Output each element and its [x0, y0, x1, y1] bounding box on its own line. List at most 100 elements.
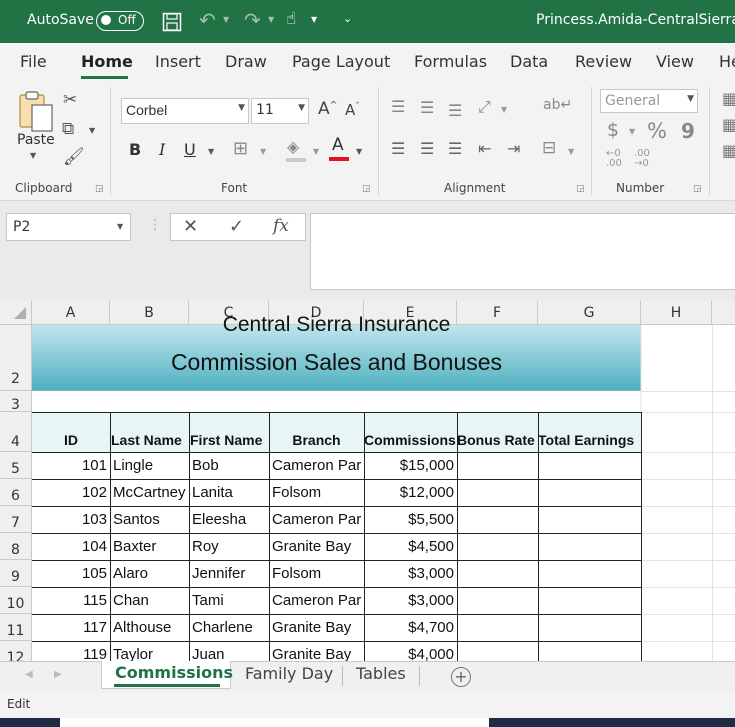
cell-commissions[interactable]: $3,000 [364, 561, 457, 587]
customize-toolbar-icon[interactable]: ⌄ [343, 12, 352, 25]
cell-commissions[interactable]: $4,000 [364, 642, 457, 661]
wrap-text-icon[interactable]: ab↵ [543, 97, 572, 113]
decrease-font-icon[interactable]: Aˇ [345, 101, 360, 119]
header-total-earnings[interactable]: Total Earnings [538, 428, 648, 452]
orientation-dropdown-icon[interactable]: ▼ [501, 105, 507, 114]
cell-id[interactable]: 101 [32, 453, 110, 479]
header-bonus-rate[interactable]: Bonus Rate [457, 428, 538, 452]
top-align-icon[interactable]: ☰ [391, 97, 405, 116]
cell-id[interactable]: 104 [32, 534, 110, 560]
increase-decimal-icon[interactable]: ←0.00 [606, 149, 622, 169]
cell-branch[interactable]: Granite Bay [269, 534, 364, 560]
tab-data[interactable]: Data [510, 52, 548, 71]
cell-last-name[interactable]: Lingle [110, 453, 189, 479]
cancel-icon[interactable]: ✕ [183, 216, 198, 237]
insert-function-icon[interactable]: fx [273, 216, 289, 236]
header-id[interactable]: ID [32, 428, 110, 452]
cell-first-name[interactable]: Tami [189, 588, 269, 614]
paste-dropdown-icon[interactable]: ▼ [30, 151, 36, 160]
cell-last-name[interactable]: Alaro [110, 561, 189, 587]
fill-color-button[interactable]: ◈ [284, 137, 310, 163]
name-box[interactable]: P2 ▼ [6, 213, 131, 241]
tab-draw[interactable]: Draw [225, 52, 267, 71]
font-color-dropdown-icon[interactable]: ▼ [356, 147, 362, 156]
cell-first-name[interactable]: Lanita [189, 480, 269, 506]
cell-first-name[interactable]: Jennifer [189, 561, 269, 587]
cell-branch[interactable]: Cameron Par [269, 588, 364, 614]
cell-branch[interactable]: Granite Bay [269, 642, 364, 661]
cell-last-name[interactable]: Chan [110, 588, 189, 614]
sheet-tab-commissions[interactable]: Commissions [101, 661, 233, 689]
cell-first-name[interactable]: Juan [189, 642, 269, 661]
save-icon[interactable] [162, 12, 182, 32]
align-left-icon[interactable]: ☰ [391, 139, 405, 158]
redo-dropdown-icon[interactable]: ▼ [268, 15, 274, 24]
cell-first-name[interactable]: Bob [189, 453, 269, 479]
cell-branch[interactable]: Cameron Par [269, 507, 364, 533]
tab-insert[interactable]: Insert [155, 52, 201, 71]
currency-dropdown-icon[interactable]: ▼ [629, 127, 635, 136]
undo-dropdown-icon[interactable]: ▼ [223, 15, 229, 24]
borders-dropdown-icon[interactable]: ▼ [260, 147, 266, 156]
cell-branch[interactable]: Cameron Par [269, 453, 364, 479]
sheet-tab-family-day[interactable]: Family Day [245, 664, 333, 683]
font-family-select[interactable]: Corbel ▼ [121, 98, 249, 124]
merge-center-icon[interactable]: ⊟ [542, 138, 556, 158]
comma-style-icon[interactable]: 9 [681, 119, 695, 143]
touch-mode-icon[interactable]: ☝ [286, 9, 296, 29]
bold-button[interactable]: B [129, 140, 141, 159]
cell-commissions[interactable]: $4,700 [364, 615, 457, 641]
cell-last-name[interactable]: Baxter [110, 534, 189, 560]
fill-dropdown-icon[interactable]: ▼ [313, 147, 319, 156]
cell-commissions[interactable]: $12,000 [364, 480, 457, 506]
undo-icon[interactable]: ↶ [199, 8, 216, 32]
redo-icon[interactable]: ↷ [244, 8, 261, 32]
cell-id[interactable]: 117 [32, 615, 110, 641]
cell-id[interactable]: 115 [32, 588, 110, 614]
font-color-button[interactable]: A [328, 135, 352, 163]
cell-commissions[interactable]: $5,500 [364, 507, 457, 533]
cut-icon[interactable]: ✂ [63, 90, 77, 110]
cell-commissions[interactable]: $15,000 [364, 453, 457, 479]
align-right-icon[interactable]: ☰ [448, 139, 462, 158]
bottom-align-icon[interactable]: ☰ [448, 101, 462, 120]
scroll-left-icon[interactable]: ◀ [25, 669, 33, 680]
enter-icon[interactable]: ✓ [229, 216, 244, 237]
copy-dropdown-icon[interactable]: ▼ [89, 126, 95, 135]
cell-styles-icon[interactable]: ▦ [722, 141, 735, 160]
paste-label[interactable]: Paste [17, 132, 55, 148]
cell-commissions[interactable]: $3,000 [364, 588, 457, 614]
underline-button[interactable]: U [184, 140, 196, 159]
borders-icon[interactable]: ⊞ [233, 138, 248, 159]
cell-branch[interactable]: Folsom [269, 480, 364, 506]
header-last-name[interactable]: Last Name [110, 428, 189, 452]
cell-commissions[interactable]: $4,500 [364, 534, 457, 560]
cell-id[interactable]: 105 [32, 561, 110, 587]
formula-input[interactable] [310, 213, 735, 290]
format-table-icon[interactable]: ▦ [722, 115, 735, 134]
cell-id[interactable]: 102 [32, 480, 110, 506]
increase-font-icon[interactable]: A^ [318, 99, 337, 119]
spreadsheet-grid[interactable]: A B C D E F G H 2 3 4 5 6 7 8 9 10 11 12… [0, 301, 735, 661]
italic-button[interactable]: I [159, 140, 165, 159]
tab-formulas[interactable]: Formulas [414, 52, 487, 71]
align-center-icon[interactable]: ☰ [420, 139, 434, 158]
orientation-icon[interactable]: ⤢ [478, 97, 491, 117]
cell-first-name[interactable]: Charlene [189, 615, 269, 641]
percent-icon[interactable]: % [647, 119, 667, 143]
paste-icon[interactable] [17, 89, 55, 133]
cell-last-name[interactable]: Taylor [110, 642, 189, 661]
tab-file[interactable]: File [20, 52, 47, 71]
tab-page-layout[interactable]: Page Layout [292, 52, 390, 71]
font-launcher-icon[interactable]: ◲ [362, 184, 371, 194]
sheet-tab-tables[interactable]: Tables [356, 664, 406, 683]
alignment-launcher-icon[interactable]: ◲ [576, 184, 585, 194]
cell-branch[interactable]: Granite Bay [269, 615, 364, 641]
currency-icon[interactable]: $ [607, 119, 619, 141]
cell-last-name[interactable]: McCartney [110, 480, 189, 506]
header-commissions[interactable]: Commissions [364, 428, 457, 452]
cell-id[interactable]: 103 [32, 507, 110, 533]
tab-review[interactable]: Review [575, 52, 632, 71]
conditional-format-icon[interactable]: ▦ [722, 89, 735, 108]
format-painter-icon[interactable]: 🖌 [63, 147, 85, 167]
